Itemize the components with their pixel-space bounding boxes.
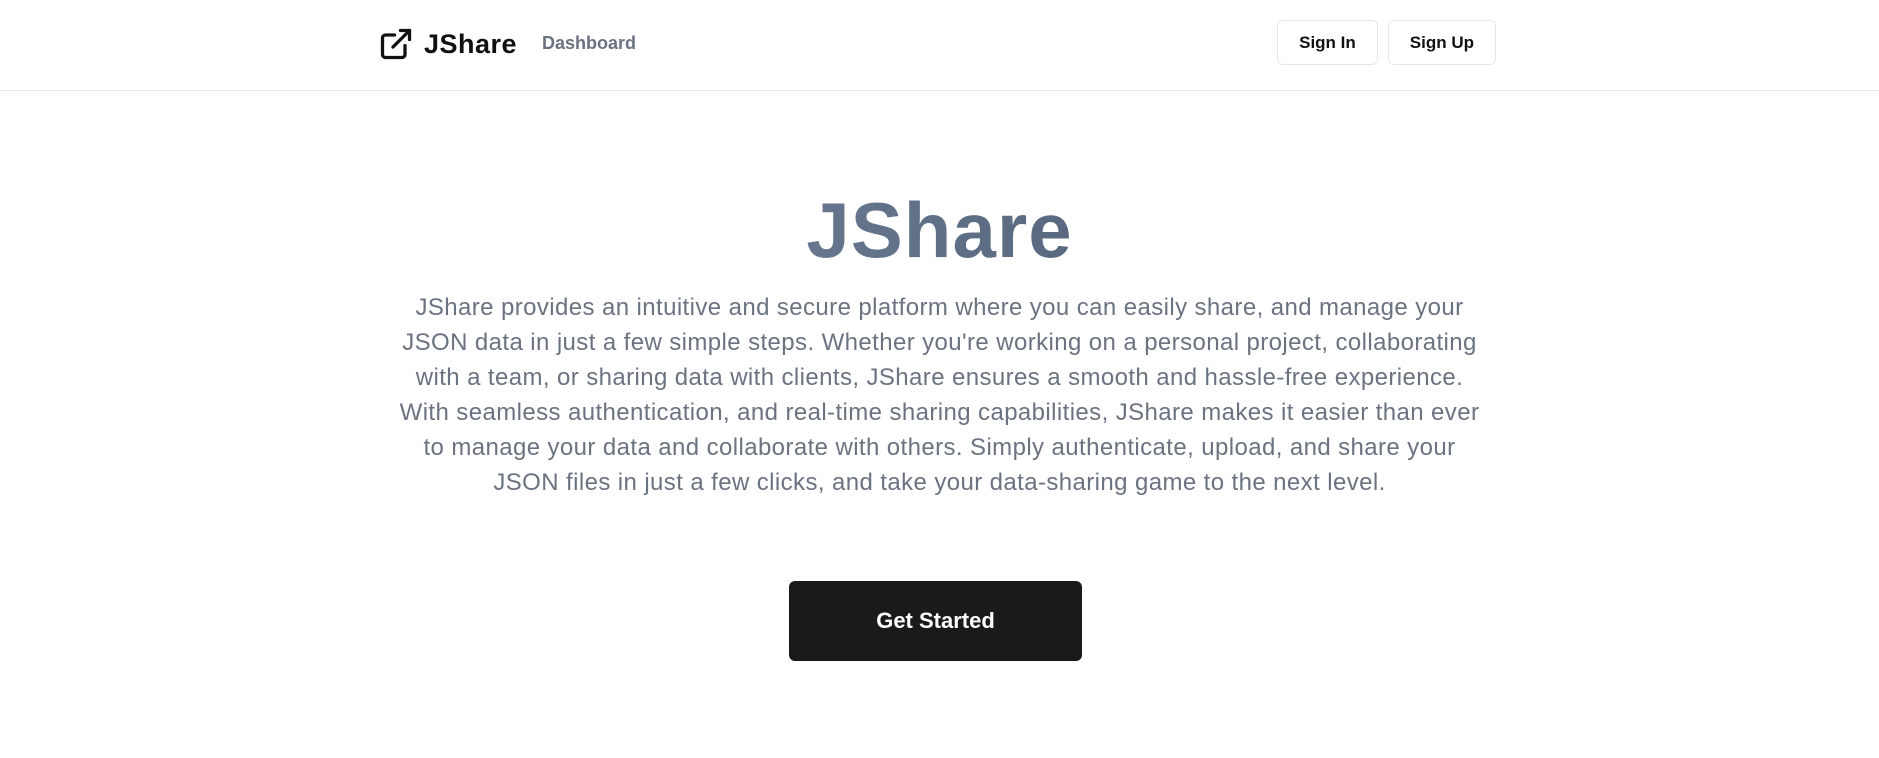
hero-description: JShare provides an intuitive and secure … bbox=[399, 294, 1480, 496]
external-link-icon bbox=[378, 26, 414, 62]
hero-section: JShare JShare provides an intuitive and … bbox=[0, 91, 1879, 758]
auth-buttons: Sign In Sign Up bbox=[1277, 20, 1496, 65]
brand-name: JShare bbox=[424, 28, 518, 59]
site-header: JShare Dashboard Sign In Sign Up bbox=[0, 0, 1879, 91]
brand-link[interactable]: JShare bbox=[378, 24, 517, 64]
hero-title: JShare bbox=[0, 189, 1879, 271]
sign-in-button[interactable]: Sign In bbox=[1277, 20, 1378, 65]
sign-up-button[interactable]: Sign Up bbox=[1387, 20, 1496, 65]
get-started-button[interactable]: Get Started bbox=[789, 581, 1082, 661]
nav-dashboard-link[interactable]: Dashboard bbox=[542, 33, 636, 54]
